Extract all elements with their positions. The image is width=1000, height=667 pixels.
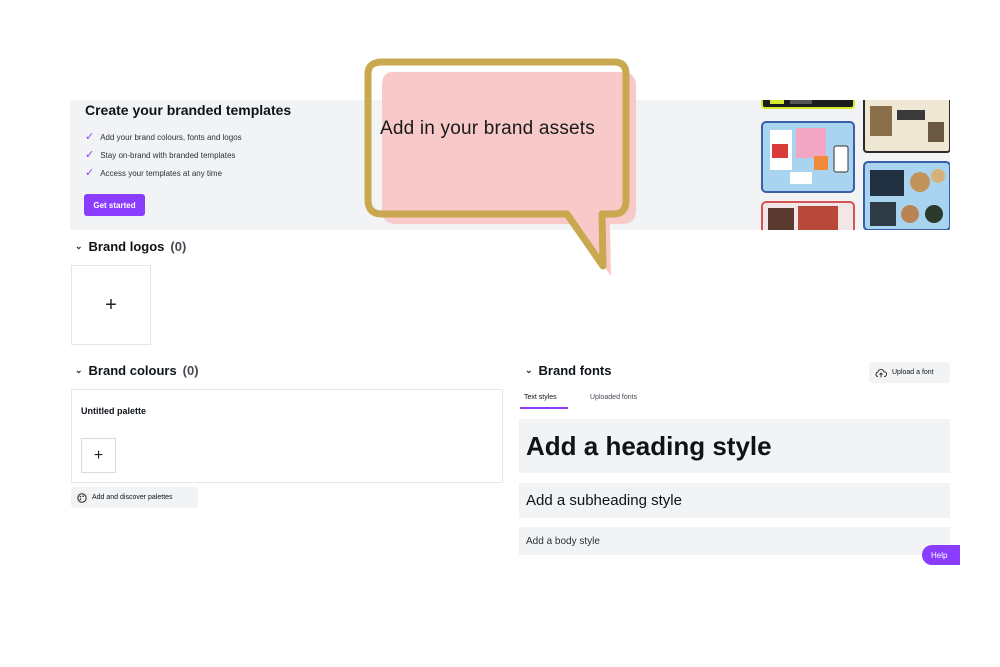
check-icon: ✓	[85, 167, 95, 179]
get-started-button[interactable]: Get started	[84, 194, 145, 216]
check-icon: ✓	[85, 131, 95, 143]
subheading-style-row[interactable]: Add a subheading style	[519, 483, 950, 518]
plus-icon: +	[93, 446, 104, 464]
feature-item: ✓ Add your brand colours, fonts and logo…	[85, 132, 242, 143]
feature-item: ✓ Access your templates at any time	[85, 168, 222, 179]
palette-icon	[77, 492, 87, 503]
subheading-style-label: Add a subheading style	[526, 492, 682, 509]
feature-label: Access your templates at any time	[100, 169, 223, 178]
banner-title: Create your branded templates	[85, 102, 292, 118]
upload-font-label: Upload a font	[892, 369, 934, 376]
add-colour-button[interactable]: +	[81, 438, 116, 473]
check-icon: ✓	[85, 149, 95, 161]
section-title: Brand logos	[88, 239, 165, 254]
body-style-label: Add a body style	[526, 535, 600, 547]
active-tab-indicator	[520, 407, 568, 409]
help-label: Help	[931, 550, 948, 560]
logos-count: (0)	[170, 239, 187, 254]
feature-label: Stay on-brand with branded templates	[100, 151, 236, 160]
feature-item: ✓ Stay on-brand with branded templates	[85, 150, 235, 161]
help-button[interactable]: Help	[922, 545, 960, 565]
chevron-down-icon: ⌄	[75, 365, 83, 375]
upload-font-button[interactable]: Upload a font	[869, 362, 950, 383]
chevron-down-icon: ⌄	[75, 241, 83, 251]
section-title: Brand fonts	[538, 363, 612, 378]
colours-count: (0)	[182, 363, 199, 378]
palette-title[interactable]: Untitled palette	[81, 406, 146, 416]
body-style-row[interactable]: Add a body style	[519, 527, 950, 555]
speech-bubble-callout	[364, 58, 636, 276]
brand-colours-header[interactable]: ⌄ Brand colours (0)	[75, 363, 199, 378]
brand-fonts-header[interactable]: ⌄ Brand fonts	[525, 363, 612, 378]
cloud-upload-icon	[875, 368, 887, 377]
heading-style-row[interactable]: Add a heading style	[519, 419, 950, 473]
add-logo-button[interactable]: +	[71, 265, 151, 345]
heading-style-label: Add a heading style	[526, 430, 772, 461]
brand-logos-header[interactable]: ⌄ Brand logos (0)	[75, 239, 186, 254]
add-discover-palettes-button[interactable]: Add and discover palettes	[71, 487, 198, 508]
plus-icon: +	[105, 294, 117, 316]
template-thumbnails-image	[761, 100, 950, 230]
callout-text: Add in your brand assets	[380, 118, 595, 139]
feature-label: Add your brand colours, fonts and logos	[100, 133, 242, 142]
palette-card: Untitled palette +	[71, 389, 503, 483]
section-title: Brand colours	[88, 363, 177, 378]
discover-label: Add and discover palettes	[92, 494, 173, 501]
tab-text-styles[interactable]: Text styles	[524, 394, 557, 401]
tab-uploaded-fonts[interactable]: Uploaded fonts	[590, 394, 637, 401]
chevron-down-icon: ⌄	[525, 365, 533, 375]
